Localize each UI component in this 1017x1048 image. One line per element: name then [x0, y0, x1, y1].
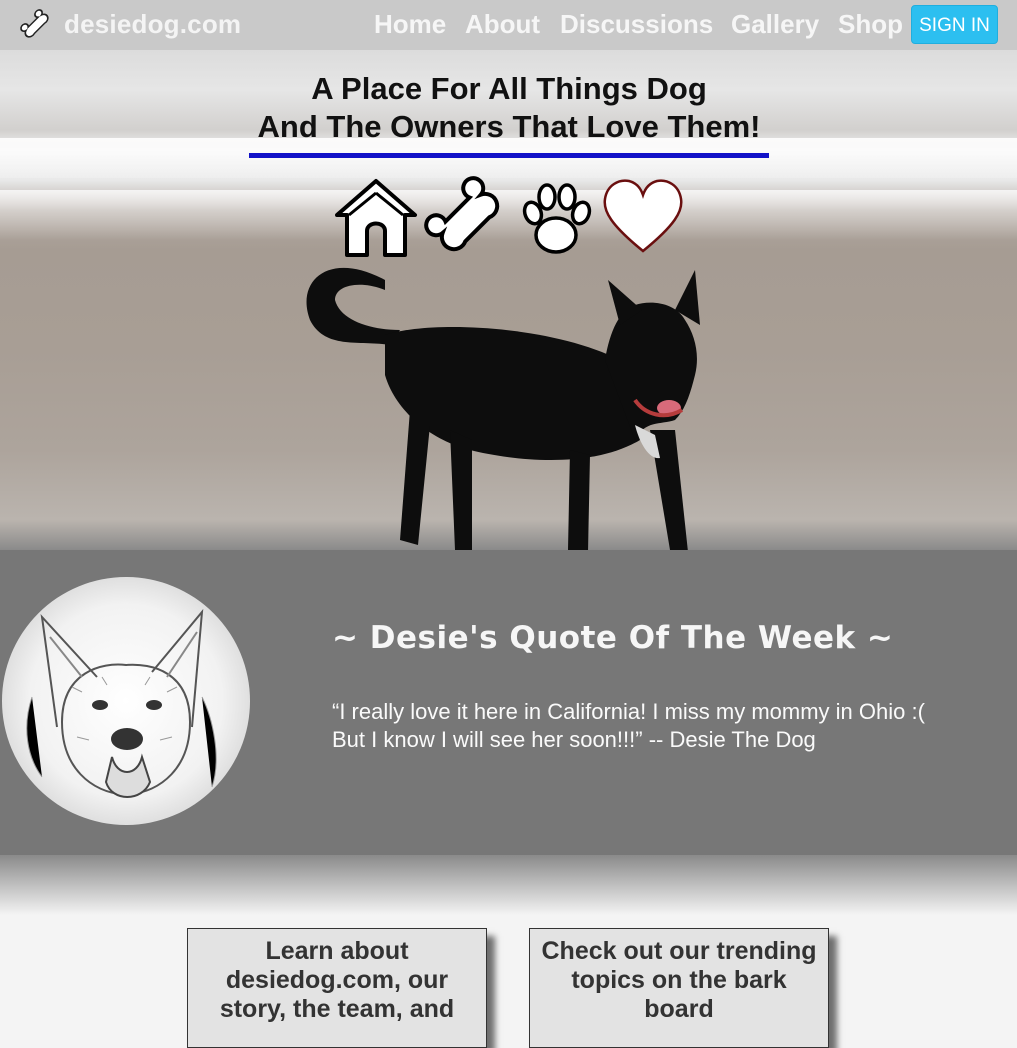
dog-sketch-image: [26, 608, 217, 798]
tagline-underline: [249, 153, 769, 158]
nav-link-gallery[interactable]: Gallery: [731, 9, 819, 40]
quote-text: “I really love it here in California! I …: [332, 699, 925, 752]
bark-board-card-text: Check out our trending topics on the bar…: [541, 937, 817, 1023]
section-fade-divider: [0, 855, 1017, 915]
bone-icon: [424, 176, 500, 252]
heart-icon: [603, 179, 683, 253]
bone-logo-icon[interactable]: [19, 8, 53, 42]
tagline-line-2: And The Owners That Love Them!: [257, 109, 761, 144]
top-nav-bar: desiedog.com Home About Discussions Gall…: [0, 0, 1017, 50]
hero-icon-row: [333, 175, 685, 265]
about-card-text: Learn about desiedog.com, our story, the…: [219, 937, 455, 1023]
hero-banner: A Place For All Things Dog And The Owner…: [0, 50, 1017, 550]
quote-of-the-week-section: ~ Desie's Quote Of The Week ~ “I really …: [0, 550, 1017, 915]
quote-title: ~ Desie's Quote Of The Week ~: [332, 620, 894, 656]
house-icon: [335, 179, 417, 257]
tagline-line-1: A Place For All Things Dog: [311, 71, 707, 106]
sign-in-button[interactable]: SIGN IN: [911, 5, 998, 44]
bark-board-card[interactable]: Check out our trending topics on the bar…: [529, 928, 829, 1048]
nav-link-discussions[interactable]: Discussions: [560, 9, 713, 40]
about-info-card[interactable]: Learn about desiedog.com, our story, the…: [187, 928, 487, 1048]
nav-link-home[interactable]: Home: [374, 9, 446, 40]
desie-sketch-portrait: [2, 577, 250, 825]
nav-link-about[interactable]: About: [465, 9, 540, 40]
nav-link-shop[interactable]: Shop: [838, 9, 903, 40]
site-tagline: A Place For All Things Dog And The Owner…: [248, 70, 770, 146]
site-brand-name[interactable]: desiedog.com: [64, 9, 241, 40]
paw-icon: [522, 183, 592, 254]
